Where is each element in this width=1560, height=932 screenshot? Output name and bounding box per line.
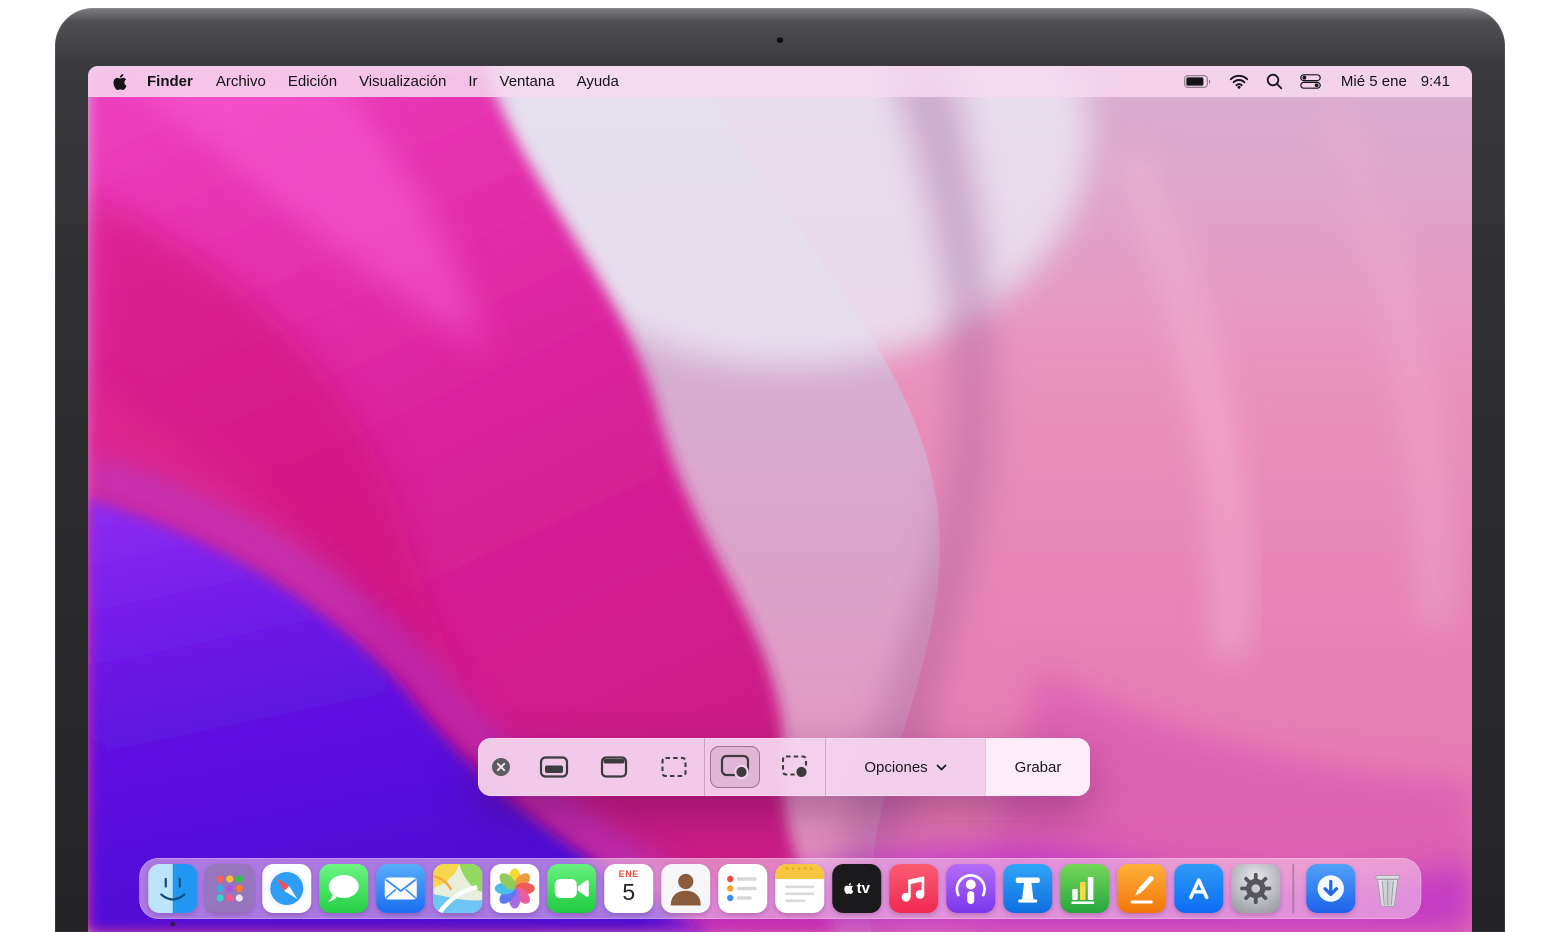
dock-app-store[interactable]	[1174, 864, 1224, 913]
record-selection-icon	[781, 755, 809, 780]
control-center-icon[interactable]	[1300, 74, 1321, 89]
calendar-day-label: 5	[622, 879, 636, 905]
dock-numbers[interactable]	[1060, 864, 1110, 913]
dock-photos[interactable]	[490, 864, 540, 913]
dock-separator	[1292, 864, 1294, 913]
dock-system-preferences[interactable]	[1231, 864, 1281, 913]
reminders-icon	[727, 875, 757, 902]
capture-window-icon	[600, 756, 628, 778]
menu-ir[interactable]: Ir	[457, 73, 488, 90]
finder-running-indicator	[170, 921, 175, 926]
launchpad-icon	[216, 875, 243, 902]
calendar-month-label: ENE	[618, 869, 639, 879]
dock-notes[interactable]	[775, 864, 825, 913]
numbers-icon	[1071, 877, 1095, 904]
messages-icon	[327, 875, 359, 902]
trash-icon	[1374, 875, 1400, 907]
record-entire-screen-button[interactable]	[705, 738, 765, 796]
contacts-icon	[670, 873, 701, 906]
system-preferences-icon	[1240, 873, 1272, 904]
notes-icon	[775, 864, 825, 903]
safari-icon	[267, 869, 306, 908]
menubar-date[interactable]: Mié 5 ene	[1341, 73, 1407, 90]
menu-ventana[interactable]: Ventana	[489, 73, 566, 90]
options-button[interactable]: Opciones	[826, 738, 985, 796]
capture-selection-icon	[661, 756, 687, 778]
dock-music[interactable]	[889, 864, 939, 913]
menu-archivo[interactable]: Archivo	[205, 73, 277, 90]
capture-screen-icon	[539, 756, 569, 778]
capture-entire-screen-button[interactable]	[524, 738, 584, 796]
finder-icon	[160, 877, 186, 901]
menu-edicion[interactable]: Edición	[277, 73, 348, 90]
apple-logo-icon	[113, 73, 127, 90]
monterey-wallpaper	[88, 66, 1472, 932]
maps-icon	[433, 864, 483, 913]
webcam	[776, 36, 784, 43]
record-screen-icon	[720, 754, 750, 780]
mail-icon	[384, 877, 417, 900]
menu-ayuda[interactable]: Ayuda	[566, 73, 630, 90]
dock-pages[interactable]	[1117, 864, 1167, 913]
menu-visualizacion[interactable]: Visualización	[348, 73, 457, 90]
close-toolbar-button[interactable]	[478, 738, 524, 796]
downloads-icon	[1317, 875, 1344, 902]
options-label: Opciones	[864, 758, 928, 776]
menu-left-group: Finder Archivo Edición Visualización Ir …	[112, 73, 630, 90]
podcasts-icon	[955, 874, 986, 904]
capture-selected-portion-button[interactable]	[644, 738, 704, 796]
photos-icon	[494, 868, 535, 909]
close-icon	[492, 758, 510, 776]
dock-mail[interactable]	[376, 864, 426, 913]
dock-downloads[interactable]	[1305, 864, 1355, 913]
dock-keynote[interactable]	[1003, 864, 1053, 913]
menu-status-group: Mié 5 ene 9:41	[1184, 73, 1450, 90]
music-icon	[901, 876, 925, 902]
keynote-icon	[1015, 877, 1040, 903]
dock-reminders[interactable]	[718, 864, 768, 913]
record-label: Grabar	[1014, 758, 1062, 776]
dock-tv[interactable]: tv	[832, 864, 882, 913]
dock-facetime[interactable]	[547, 864, 597, 913]
dock: ENE 5 tv	[139, 858, 1421, 926]
screenshot-toolbar: Opciones Grabar	[478, 738, 1090, 796]
chevron-down-icon	[936, 764, 947, 770]
search-icon[interactable]	[1266, 73, 1283, 90]
dock-messages[interactable]	[319, 864, 369, 913]
apple-logo-small-icon	[844, 883, 854, 894]
desktop-screen: Finder Archivo Edición Visualización Ir …	[88, 66, 1472, 932]
laptop-bezel: Finder Archivo Edición Visualización Ir …	[55, 8, 1505, 932]
dock-contacts[interactable]	[661, 864, 711, 913]
record-button[interactable]: Grabar	[985, 738, 1090, 796]
menu-bar: Finder Archivo Edición Visualización Ir …	[88, 66, 1472, 97]
dock-launchpad[interactable]	[205, 864, 255, 913]
dock-finder[interactable]	[148, 864, 198, 913]
pages-icon	[1130, 876, 1154, 904]
facetime-icon	[554, 879, 589, 898]
menubar-time[interactable]: 9:41	[1421, 73, 1450, 90]
record-selected-portion-button[interactable]	[765, 738, 825, 796]
dock-trash[interactable]	[1363, 864, 1412, 913]
tv-label: tv	[856, 880, 870, 897]
capture-selected-window-button[interactable]	[584, 738, 644, 796]
dock-safari[interactable]	[262, 864, 312, 913]
dock-maps[interactable]	[433, 864, 483, 913]
dock-podcasts[interactable]	[946, 864, 996, 913]
menu-finder[interactable]: Finder	[135, 73, 205, 90]
apple-menu[interactable]	[112, 73, 128, 90]
app-store-icon	[1189, 878, 1209, 900]
battery-icon[interactable]	[1184, 75, 1212, 88]
dock-calendar[interactable]: ENE 5	[604, 864, 654, 913]
wifi-icon[interactable]	[1229, 74, 1249, 89]
